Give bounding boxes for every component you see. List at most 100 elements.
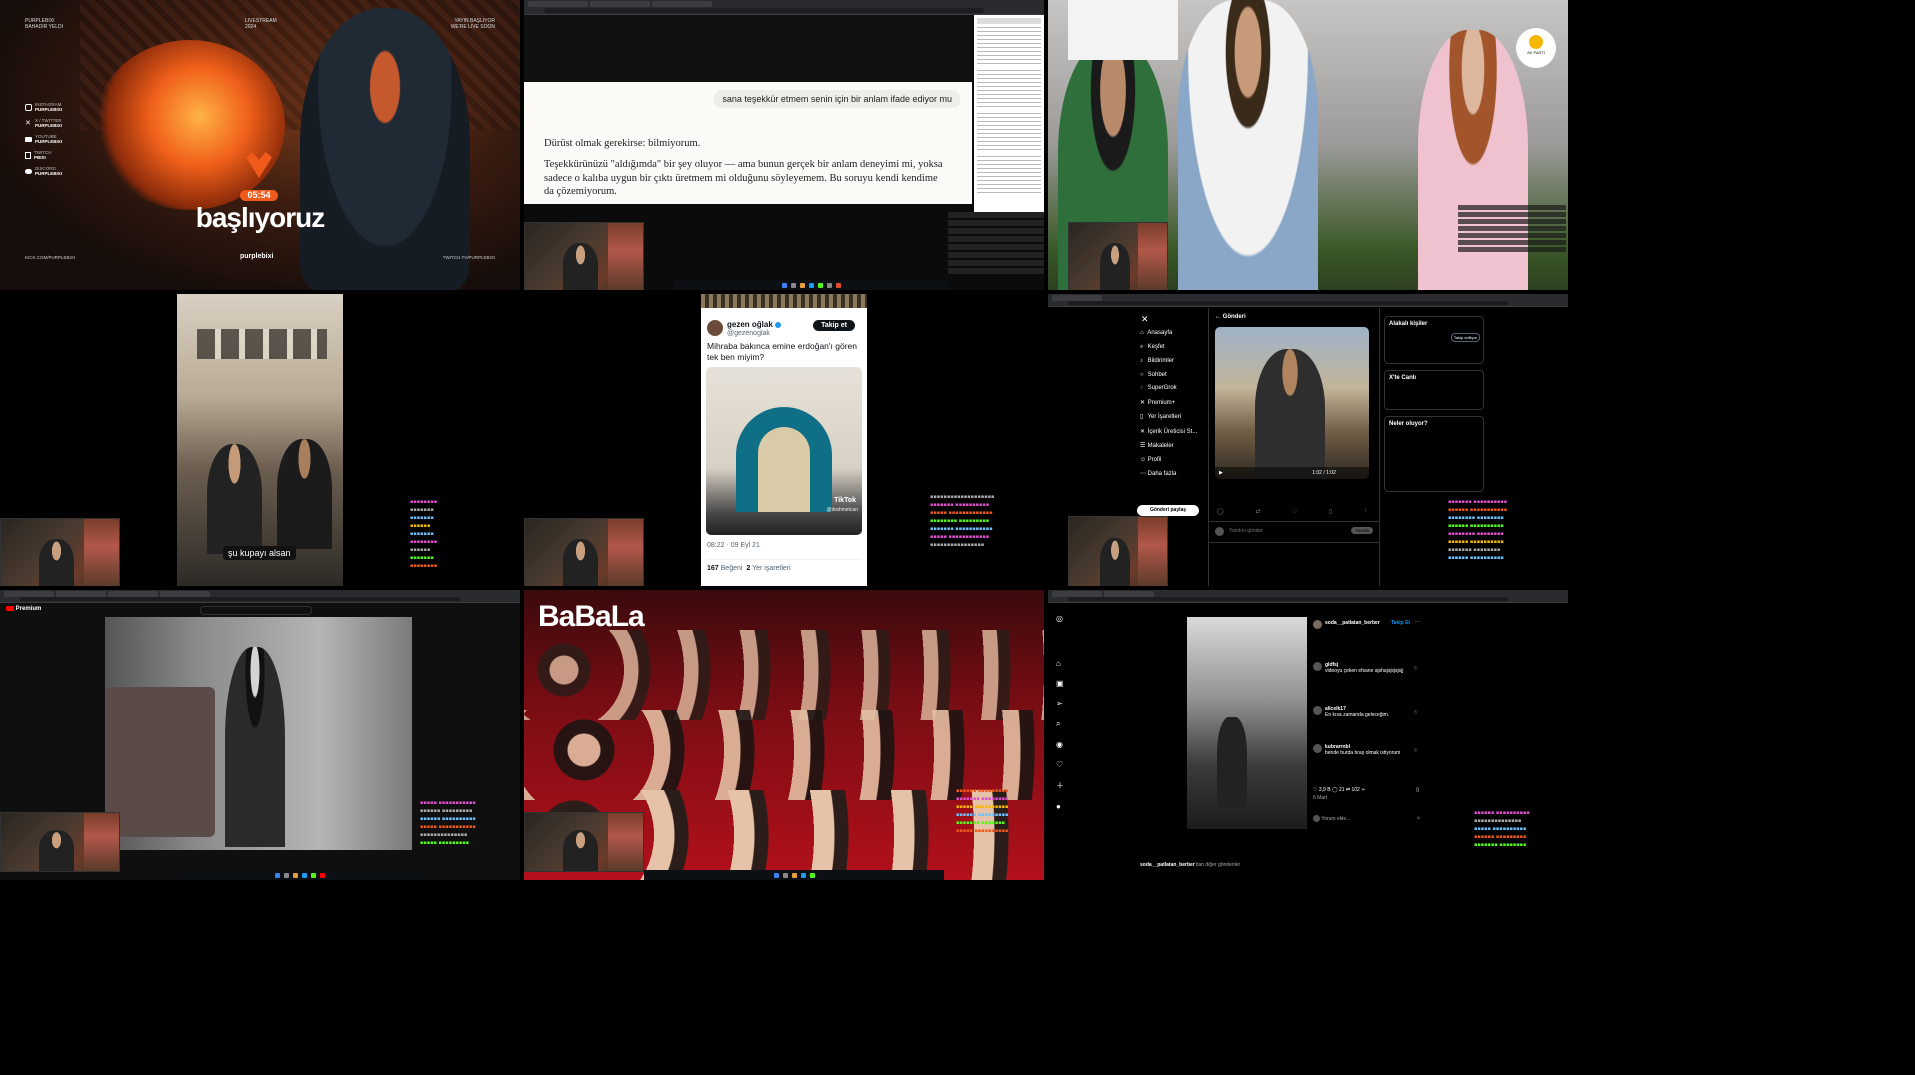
avatar: [1215, 527, 1224, 536]
x-icon: ✕: [25, 119, 31, 127]
nav-notifications[interactable]: ♪ Bildirimler: [1140, 358, 1197, 364]
social-instagram[interactable]: INSTAGRAM PURPLEBIXI: [25, 102, 62, 112]
video-player[interactable]: [105, 617, 412, 850]
starting-title: başlıyoruz: [195, 202, 325, 233]
man-nba: [1068, 0, 1178, 60]
x-logo-icon[interactable]: ✕: [1141, 314, 1149, 325]
nav-articles[interactable]: ☰ Makaleler: [1140, 442, 1197, 449]
tile-instagram: ◎ ⌂ ▣ ➢ ⌕ ◉ ♡ ＋ ● soda__patlatan_berber …: [1048, 590, 1568, 880]
nav-more[interactable]: ⋯ Daha fazla: [1140, 470, 1197, 477]
grok-icon: ◌: [1140, 385, 1144, 391]
footer-brand: purplebixi: [240, 253, 274, 260]
display-name[interactable]: gezen oğlak: [727, 320, 773, 329]
post-button[interactable]: Gönderi paylaş: [1137, 505, 1199, 516]
avatar[interactable]: [707, 320, 723, 336]
profile-icon[interactable]: ●: [1056, 802, 1064, 811]
tiktok-username: @drahmetcan: [826, 507, 858, 513]
username[interactable]: soda__patlatan_berber: [1325, 620, 1380, 626]
nav-premium[interactable]: ✕ Premium+: [1140, 399, 1197, 406]
countdown-timer: 05:54: [240, 190, 278, 201]
save-icon[interactable]: ▯: [1416, 787, 1419, 793]
more-options-icon[interactable]: ⋯: [1415, 619, 1420, 625]
tile-youtube: Premium ▪▪▪▪▪ ▪▪▪▪▪▪▪▪▪▪▪ ▪▪▪▪▪▪ ▪▪▪▪▪▪▪▪…: [0, 590, 520, 880]
footer-right: TWITCH.TV/PURPLEBIXI: [442, 255, 495, 260]
video-frame: şu kupayı alsan: [177, 294, 343, 586]
avatar: [1313, 706, 1322, 715]
like-icon[interactable]: ♡: [1292, 508, 1297, 515]
man-right: [277, 439, 332, 549]
creator-icon: ✕: [1140, 428, 1146, 435]
avatar: [1313, 815, 1320, 822]
comment-2: alicelk17 En kısa zamanda geleceğim. ♡: [1313, 706, 1418, 718]
nav-profile[interactable]: ☺ Profil: [1140, 457, 1197, 463]
profile-icon: ☺: [1140, 456, 1147, 463]
like-icon[interactable]: ♡: [1414, 666, 1418, 672]
babala-logo: BaBaLa: [538, 600, 645, 633]
like-icon[interactable]: ♡: [1313, 787, 1317, 793]
reply-button[interactable]: Yanıtla: [1351, 527, 1373, 534]
nav-explore[interactable]: ⌕ Keşfet: [1140, 344, 1197, 351]
share-icon[interactable]: ➢: [1361, 787, 1365, 793]
social-youtube[interactable]: YOUTUBE PURPLEBIXI: [25, 134, 62, 144]
create-icon[interactable]: ＋: [1056, 780, 1064, 791]
search-icon[interactable]: ⌕: [1056, 719, 1064, 729]
post-video[interactable]: ▶ 1:02 / 1:02: [1215, 327, 1369, 479]
comment-icon[interactable]: ◯: [1332, 787, 1338, 793]
webcam-overlay: [524, 518, 644, 586]
articles-icon: ☰: [1140, 443, 1146, 449]
comment-input[interactable]: Yorum ekle... ☺: [1313, 815, 1423, 822]
reply-icon[interactable]: ◯: [1217, 508, 1224, 515]
explore-icon[interactable]: ◉: [1056, 740, 1064, 749]
avatar[interactable]: [1313, 620, 1322, 629]
messages-icon[interactable]: ➢: [1056, 699, 1064, 708]
tile-x-post: ✕ ⌂ Anasayfa ⌕ Keşfet ♪ Bildirimler ○ So…: [1048, 294, 1568, 586]
nav-creator-studio[interactable]: ✕ İçerik Üreticisi St...: [1140, 428, 1197, 435]
following-button[interactable]: Takip ediliyor: [1450, 333, 1480, 342]
reels-icon[interactable]: ▣: [1056, 679, 1064, 688]
header-mid: LIVESTREAM 2024: [245, 18, 277, 30]
reply-input[interactable]: Yanıtını gönder: [1229, 528, 1263, 534]
social-twitch[interactable]: TWITCH PBIXI: [25, 150, 62, 160]
tile-tweet: gezen oğlak @gezenoglak Takip et Mihraba…: [524, 294, 1044, 586]
bookmark-icon[interactable]: ▯: [1329, 508, 1332, 515]
lightbulb-icon: [1529, 35, 1543, 49]
home-icon[interactable]: ⌂: [1056, 659, 1064, 668]
repost-icon[interactable]: ⇄: [1346, 787, 1350, 793]
nav-supergrok[interactable]: ◌ SuperGrok: [1140, 385, 1197, 391]
tweet-video[interactable]: TikTok @drahmetcan: [706, 367, 862, 535]
nav-home[interactable]: ⌂ Anasayfa: [1140, 330, 1197, 336]
jeep: [105, 687, 215, 837]
tile-stream-starting: PURPLEBIXI BAHADIR YELDI LIVESTREAM 2024…: [0, 0, 520, 290]
chat-icon: ○: [1140, 371, 1144, 378]
share-icon[interactable]: ↑: [1364, 508, 1367, 514]
heart-icon[interactable]: ♡: [1056, 760, 1064, 769]
repost-icon[interactable]: ⇄: [1255, 508, 1260, 515]
back-arrow-icon[interactable]: ←: [1215, 314, 1221, 320]
live-card: X'te Canlı: [1384, 370, 1484, 410]
stream-chat: ▪▪▪▪▪ ▪▪▪▪▪▪▪▪▪▪▪ ▪▪▪▪▪▪ ▪▪▪▪▪▪▪▪▪ ▪▪▪▪▪▪ …: [420, 800, 476, 846]
comment-3: kubrarrnbl bende burda tıraş olmak istiyo…: [1313, 744, 1418, 756]
youtube-logo[interactable]: Premium: [6, 606, 41, 612]
post-image[interactable]: [1187, 617, 1307, 829]
right-tweet-column: [974, 15, 1044, 215]
hooded-woman-illustration: [300, 8, 470, 290]
instagram-icon[interactable]: ◎: [1056, 614, 1064, 623]
search-bar[interactable]: [200, 606, 312, 615]
nav-bookmarks[interactable]: ▯ Yer İşaretleri: [1140, 413, 1197, 420]
like-icon[interactable]: ♡: [1414, 748, 1418, 754]
video-controls[interactable]: ▶ 1:02 / 1:02: [1215, 467, 1369, 479]
follow-button[interactable]: Takip et: [813, 320, 855, 331]
follow-button[interactable]: Takip Et: [1391, 620, 1410, 626]
social-discord[interactable]: DISCORD PURPLEBIXI: [25, 166, 62, 176]
post-actions: ♡ 3,9 B ◯ 21 ⇄ 102 ➢ ▯ 6 Mart: [1313, 787, 1423, 801]
user-message-bubble: sana teşekkür etmem senin için bir anlam…: [714, 90, 960, 108]
social-x[interactable]: ✕ X / TWITTER PURPLEBIXI: [25, 118, 62, 128]
bell-icon: ♪: [1140, 358, 1143, 364]
barber-figure: [1217, 717, 1247, 807]
discord-icon: [25, 168, 32, 174]
bookmark-icon: ▯: [1140, 414, 1144, 420]
chat-panel: sana teşekkür etmem senin için bir anlam…: [524, 82, 972, 204]
nav-chat[interactable]: ○ Sohbet: [1140, 372, 1197, 378]
like-icon[interactable]: ♡: [1414, 710, 1418, 716]
tiktok-icon: TikTok: [834, 497, 856, 504]
